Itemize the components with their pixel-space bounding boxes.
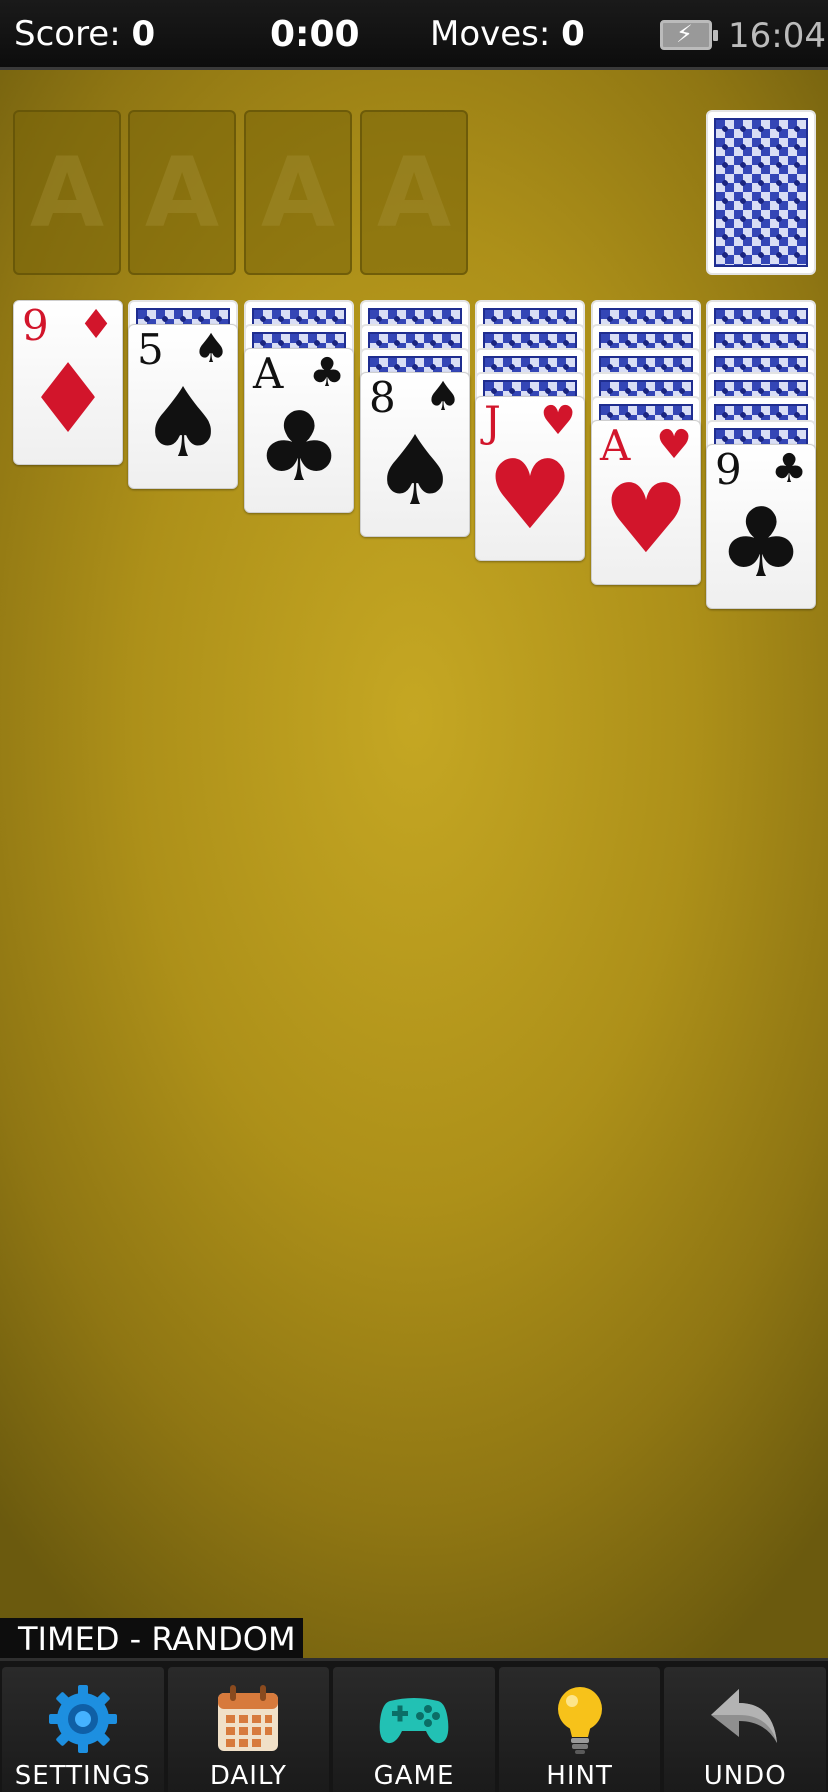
card-rank: J bbox=[484, 397, 501, 446]
card-center-suit-icon: ♣ bbox=[717, 487, 805, 599]
card-rank: A bbox=[253, 349, 284, 398]
card-rank: A bbox=[600, 421, 631, 470]
hint-button[interactable]: HINT bbox=[498, 1667, 661, 1792]
settings-button[interactable]: SETTINGS bbox=[2, 1667, 164, 1792]
battery-charging-icon: ⚡ bbox=[660, 20, 718, 50]
undo-arrow-icon bbox=[711, 1689, 778, 1743]
undo-label: UNDO bbox=[703, 1761, 787, 1791]
foundation-placeholder: A bbox=[260, 136, 336, 249]
undo-button[interactable]: UNDO bbox=[664, 1667, 826, 1792]
game-label: GAME bbox=[373, 1761, 455, 1791]
moves-label: Moves: bbox=[430, 14, 551, 54]
card-suit-icon: ♥ bbox=[540, 398, 576, 444]
tableau-card-col-4[interactable]: 8 ♠ ♠ bbox=[360, 372, 470, 537]
card-suit-icon: ♠ bbox=[193, 326, 229, 372]
card-back-pattern bbox=[714, 118, 808, 267]
tableau-card-col-3[interactable]: A ♣ ♣ bbox=[244, 348, 354, 513]
foundation-pile-1[interactable]: A bbox=[13, 110, 121, 275]
card-suit-icon: ♥ bbox=[656, 422, 692, 468]
score-value: 0 bbox=[131, 14, 156, 54]
calendar-icon bbox=[218, 1685, 279, 1751]
settings-label: SETTINGS bbox=[14, 1761, 151, 1791]
card-center-suit-icon: ♦ bbox=[24, 343, 112, 455]
foundation-pile-3[interactable]: A bbox=[244, 110, 352, 275]
game-button[interactable]: GAME bbox=[333, 1667, 495, 1792]
card-center-suit-icon: ♥ bbox=[602, 463, 690, 575]
moves-value: 0 bbox=[561, 14, 585, 54]
hint-label: HINT bbox=[546, 1761, 613, 1791]
status-bar: Score: 0 0:00 Moves: 0 ⚡ 16:04 bbox=[0, 0, 828, 70]
game-mode-label: TIMED - RANDOM bbox=[0, 1618, 303, 1658]
foundation-pile-4[interactable]: A bbox=[360, 110, 468, 275]
card-center-suit-icon: ♠ bbox=[371, 415, 459, 527]
card-suit-icon: ♣ bbox=[771, 446, 807, 492]
card-rank: 9 bbox=[22, 301, 49, 350]
tableau-card-col-2[interactable]: 5 ♠ ♠ bbox=[128, 324, 238, 489]
gamepad-icon bbox=[379, 1698, 449, 1744]
card-center-suit-icon: ♠ bbox=[139, 367, 227, 479]
foundation-placeholder: A bbox=[29, 136, 105, 249]
bottom-toolbar: SETTINGS DAILY GAME HINT UNDO bbox=[0, 1658, 828, 1792]
card-rank: 8 bbox=[369, 373, 396, 422]
moves-display: Moves: 0 bbox=[430, 14, 585, 54]
card-center-suit-icon: ♥ bbox=[486, 439, 574, 551]
tableau-card-col-5[interactable]: J ♥ ♥ bbox=[475, 396, 585, 561]
lightbulb-icon bbox=[557, 1687, 602, 1754]
tableau-card-col-1[interactable]: 9 ♦ ♦ bbox=[13, 300, 123, 465]
foundation-pile-2[interactable]: A bbox=[128, 110, 236, 275]
card-suit-icon: ♠ bbox=[425, 374, 461, 420]
tableau-card-col-7[interactable]: 9 ♣ ♣ bbox=[706, 444, 816, 609]
card-rank: 5 bbox=[137, 325, 164, 374]
foundation-placeholder: A bbox=[376, 136, 452, 249]
tableau-card-col-6[interactable]: A ♥ ♥ bbox=[591, 420, 701, 585]
system-clock: 16:04 bbox=[728, 16, 826, 56]
daily-label: DAILY bbox=[209, 1761, 287, 1791]
stock-pile[interactable] bbox=[706, 110, 816, 275]
score-label: Score: bbox=[14, 14, 121, 54]
card-suit-icon: ♣ bbox=[309, 350, 345, 396]
daily-button[interactable]: DAILY bbox=[167, 1667, 330, 1792]
timer-display: 0:00 bbox=[270, 14, 360, 55]
gear-icon bbox=[48, 1685, 117, 1753]
score-display: Score: 0 bbox=[14, 14, 155, 54]
foundation-placeholder: A bbox=[144, 136, 220, 249]
card-center-suit-icon: ♣ bbox=[255, 391, 343, 503]
card-suit-icon: ♦ bbox=[78, 302, 114, 348]
card-rank: 9 bbox=[715, 445, 742, 494]
